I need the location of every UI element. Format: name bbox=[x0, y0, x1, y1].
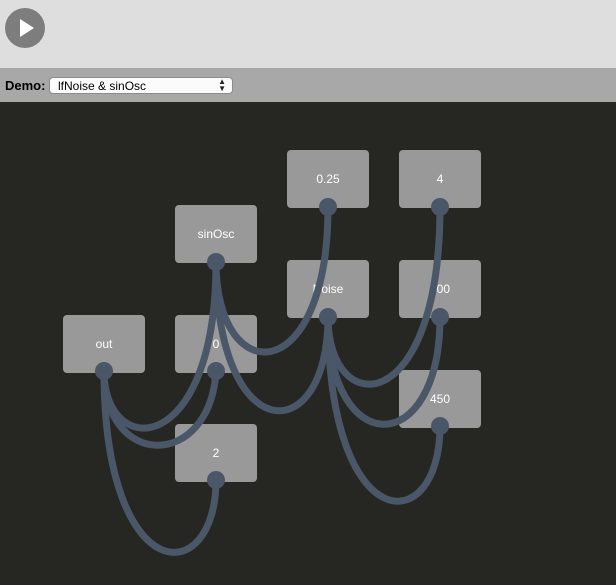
node-label: 400 bbox=[429, 282, 451, 296]
node-0-25[interactable]: 0.25 bbox=[287, 150, 369, 208]
node-2[interactable]: 2 bbox=[175, 424, 257, 482]
node-label: Noise bbox=[312, 282, 344, 296]
demo-label: Demo: bbox=[5, 78, 46, 93]
node-4[interactable]: 4 bbox=[399, 150, 481, 208]
select-arrows-icon: ▲ ▼ bbox=[218, 77, 226, 93]
app-window: Demo: lfNoise & sinOsc ▲ ▼ 0.25 4 sinOsc … bbox=[0, 0, 616, 585]
node-label: 2 bbox=[212, 446, 220, 460]
node-label: 4 bbox=[436, 172, 444, 186]
node-noise[interactable]: Noise bbox=[287, 260, 369, 318]
demo-select[interactable]: lfNoise & sinOsc ▲ ▼ bbox=[49, 77, 233, 94]
node-0[interactable]: 0 bbox=[175, 315, 257, 373]
node-450[interactable]: 450 bbox=[399, 370, 481, 428]
demo-select-value: lfNoise & sinOsc bbox=[58, 79, 147, 93]
node-out[interactable]: out bbox=[63, 315, 145, 373]
play-icon bbox=[20, 19, 34, 37]
play-button[interactable] bbox=[5, 8, 45, 48]
node-label: 0 bbox=[212, 337, 220, 351]
node-sinosc[interactable]: sinOsc bbox=[175, 205, 257, 263]
node-label: sinOsc bbox=[197, 227, 235, 241]
node-label: 450 bbox=[429, 392, 451, 406]
node-label: out bbox=[95, 337, 113, 351]
top-toolbar bbox=[0, 0, 616, 68]
node-label: 0.25 bbox=[316, 172, 340, 186]
node-400[interactable]: 400 bbox=[399, 260, 481, 318]
